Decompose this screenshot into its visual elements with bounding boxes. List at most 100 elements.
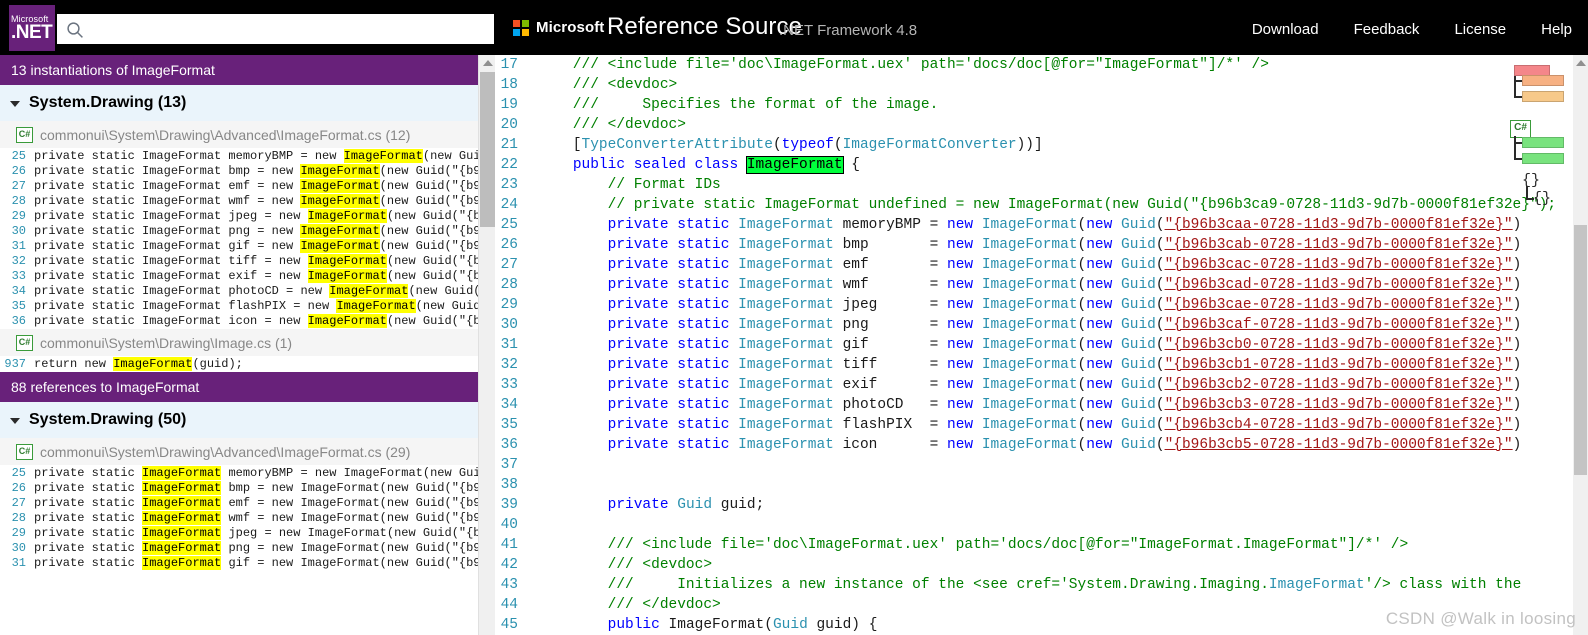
editor-code-line[interactable]: 18 /// <devdoc>: [496, 75, 1574, 95]
result-code-line[interactable]: 30 private static ImageFormat png = new I…: [0, 541, 478, 556]
editor-code-line[interactable]: 24 // private static ImageFormat undefin…: [496, 195, 1574, 215]
editor-code-token: Guid: [772, 617, 808, 633]
result-code-line[interactable]: 29 private static ImageFormat jpeg = new …: [0, 526, 478, 541]
code-editor[interactable]: 17 /// <include file='doc\ImageFormat.ue…: [496, 55, 1574, 635]
editor-code-token: new: [1086, 397, 1122, 413]
result-code-line[interactable]: 33 private static ImageFormat exif = new …: [0, 269, 478, 284]
result-code-line[interactable]: 31 private static ImageFormat gif = new I…: [0, 239, 478, 254]
editor-code-token: gif =: [833, 337, 947, 353]
result-code-line[interactable]: 25 private static ImageFormat memoryBMP =…: [0, 466, 478, 481]
editor-code-token: Guid: [1121, 337, 1156, 353]
result-code-line[interactable]: 937 return new ImageFormat(guid);: [0, 357, 478, 372]
result-code-line[interactable]: 27 private static ImageFormat emf = new I…: [0, 179, 478, 194]
dotnet-logo[interactable]: Microsoft .NET: [9, 5, 55, 51]
editor-code-line[interactable]: 40: [496, 515, 1574, 535]
editor-code-token: (: [1155, 437, 1165, 453]
results-group-header[interactable]: System.Drawing (50): [0, 402, 478, 438]
result-code-line[interactable]: 34 private static ImageFormat photoCD = n…: [0, 284, 478, 299]
editor-code-line[interactable]: 39 private Guid guid;: [496, 495, 1574, 515]
result-code-line[interactable]: 29 private static ImageFormat jpeg = new …: [0, 209, 478, 224]
editor-code-token: private static: [607, 237, 739, 253]
editor-code-line[interactable]: 37: [496, 455, 1574, 475]
nav-link-help[interactable]: Help: [1541, 21, 1572, 38]
editor-code-token: emf =: [833, 257, 947, 273]
editor-code-token: (: [1155, 257, 1165, 273]
match-highlight: ImageFormat: [300, 194, 380, 208]
result-code-line[interactable]: 28 private static ImageFormat wmf = new I…: [0, 511, 478, 526]
map-connector-tick: [1514, 142, 1522, 144]
editor-code-token: ImageFormat: [981, 317, 1078, 333]
editor-code-line[interactable]: 34 private static ImageFormat photoCD = …: [496, 395, 1574, 415]
editor-code-token: ): [1512, 337, 1522, 353]
editor-code-line[interactable]: 27 private static ImageFormat emf = new …: [496, 255, 1574, 275]
chevron-down-icon[interactable]: [10, 101, 20, 107]
result-code-text: wmf = new ImageFormat(new Guid("{b96b: [221, 511, 478, 525]
editor-code-token: (: [1077, 217, 1087, 233]
microsoft-brand[interactable]: Microsoft: [513, 19, 604, 36]
editor-code-token: [538, 157, 573, 173]
result-code-line[interactable]: 32 private static ImageFormat tiff = new …: [0, 254, 478, 269]
result-line-number: 29: [11, 526, 26, 540]
editor-code-line[interactable]: 26 private static ImageFormat bmp = new …: [496, 235, 1574, 255]
nav-link-license[interactable]: License: [1454, 21, 1506, 38]
editor-code-token: typeof: [781, 137, 834, 153]
result-code-line[interactable]: 31 private static ImageFormat gif = new I…: [0, 556, 478, 571]
editor-code-line[interactable]: 29 private static ImageFormat jpeg = new…: [496, 295, 1574, 315]
editor-code-line[interactable]: 23 // Format IDs: [496, 175, 1574, 195]
editor-code-line[interactable]: 22 public sealed class ImageFormat {: [496, 155, 1574, 175]
sidebar-scrollbar[interactable]: [478, 55, 495, 635]
editor-code-line[interactable]: 35 private static ImageFormat flashPIX =…: [496, 415, 1574, 435]
editor-code-token: ImageFormat: [981, 437, 1078, 453]
chevron-down-icon[interactable]: [10, 418, 20, 424]
editor-code-line[interactable]: 42 /// <devdoc>: [496, 555, 1574, 575]
framework-version-label: .NET Framework 4.8: [779, 22, 918, 39]
editor-line-number: 37: [500, 457, 518, 473]
result-code-line[interactable]: 30 private static ImageFormat png = new I…: [0, 224, 478, 239]
editor-code-line[interactable]: 43 /// Initializes a new instance of the…: [496, 575, 1574, 595]
editor-code-token: private static: [607, 217, 739, 233]
sidebar-scrollbar-thumb[interactable]: [480, 72, 495, 227]
result-file-row[interactable]: C# commonui\System\Drawing\Advanced\Image…: [0, 121, 478, 149]
results-group-header[interactable]: System.Drawing (13): [0, 85, 478, 121]
search-box[interactable]: [57, 14, 494, 45]
editor-code-line[interactable]: 20 /// </devdoc>: [496, 115, 1574, 135]
nav-link-feedback[interactable]: Feedback: [1354, 21, 1420, 38]
result-code-line[interactable]: 27 private static ImageFormat emf = new I…: [0, 496, 478, 511]
editor-code-token: /// <include file='doc\ImageFormat.uex' …: [538, 537, 1409, 553]
result-code-line[interactable]: 28 private static ImageFormat wmf = new I…: [0, 194, 478, 209]
editor-scrollbar-thumb[interactable]: [1574, 225, 1587, 475]
editor-scrollbar[interactable]: [1573, 55, 1588, 635]
editor-code-line[interactable]: 31 private static ImageFormat gif = new …: [496, 335, 1574, 355]
result-code-line[interactable]: 26 private static ImageFormat bmp = new I…: [0, 481, 478, 496]
editor-line-number: 33: [500, 377, 518, 393]
editor-line-number: 36: [500, 437, 518, 453]
nav-link-download[interactable]: Download: [1252, 21, 1319, 38]
result-code-line[interactable]: 25 private static ImageFormat memoryBMP =…: [0, 149, 478, 164]
results-sidebar[interactable]: 13 instantiations of ImageFormat System.D…: [0, 55, 478, 635]
result-file-row[interactable]: C# commonui\System\Drawing\Image.cs (1): [0, 329, 478, 357]
editor-code-line[interactable]: 36 private static ImageFormat icon = new…: [496, 435, 1574, 455]
editor-code-line[interactable]: 41 /// <include file='doc\ImageFormat.ue…: [496, 535, 1574, 555]
editor-code-line[interactable]: 33 private static ImageFormat exif = new…: [496, 375, 1574, 395]
result-code-line[interactable]: 36 private static ImageFormat icon = new …: [0, 314, 478, 329]
editor-code-line[interactable]: 32 private static ImageFormat tiff = new…: [496, 355, 1574, 375]
search-input[interactable]: [92, 15, 494, 45]
result-code-text: private static ImageFormat emf = new: [34, 179, 301, 193]
braces-map-icon-child: {}: [1533, 190, 1552, 207]
editor-line-number: 45: [500, 617, 518, 633]
editor-code-line[interactable]: 17 /// <include file='doc\ImageFormat.ue…: [496, 55, 1574, 75]
editor-code-line[interactable]: 28 private static ImageFormat wmf = new …: [496, 275, 1574, 295]
scroll-up-arrow-icon[interactable]: [1576, 60, 1586, 66]
editor-code-token: ImageFormat: [1268, 577, 1365, 593]
result-code-line[interactable]: 26 private static ImageFormat bmp = new I…: [0, 164, 478, 179]
editor-code-line[interactable]: 25 private static ImageFormat memoryBMP …: [496, 215, 1574, 235]
editor-code-line[interactable]: 19 /// Specifies the format of the image…: [496, 95, 1574, 115]
result-code-line[interactable]: 35 private static ImageFormat flashPIX = …: [0, 299, 478, 314]
scroll-up-arrow-icon[interactable]: [483, 60, 493, 66]
result-line-number: 31: [11, 239, 26, 253]
editor-code-line[interactable]: 30 private static ImageFormat png = new …: [496, 315, 1574, 335]
editor-code-line[interactable]: 38: [496, 475, 1574, 495]
editor-code-line[interactable]: 21 [TypeConverterAttribute(typeof(ImageF…: [496, 135, 1574, 155]
editor-code-token: ImageFormat: [981, 337, 1078, 353]
result-file-row[interactable]: C# commonui\System\Drawing\Advanced\Image…: [0, 438, 478, 466]
